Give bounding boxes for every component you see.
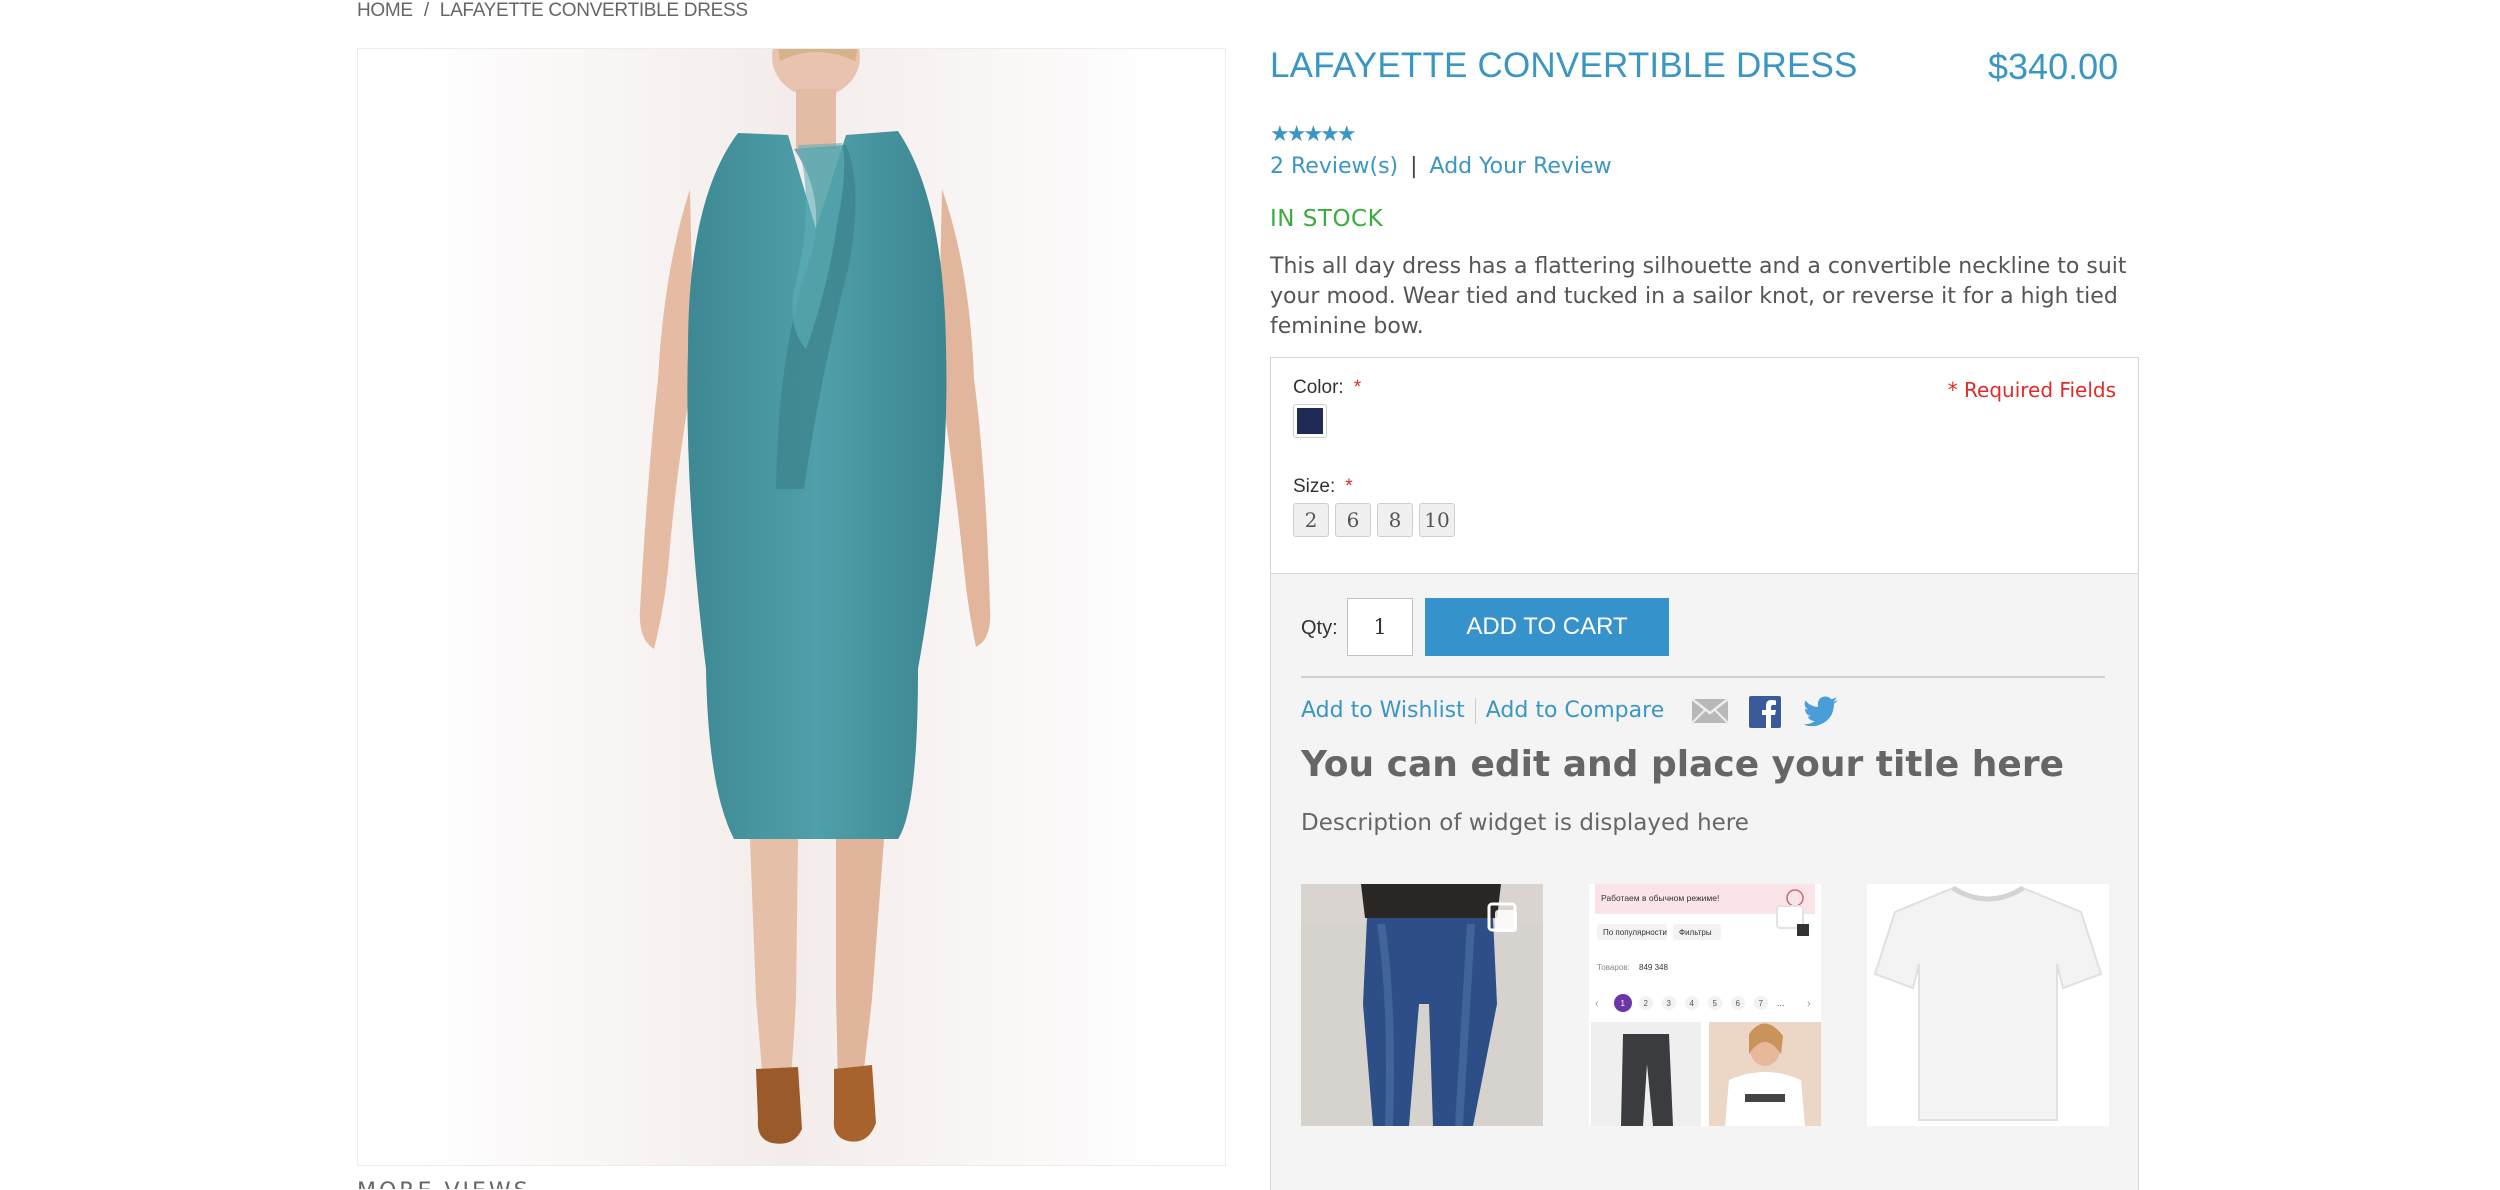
- catalog-page-2: 2: [1644, 999, 1649, 1008]
- catalog-prev: ‹: [1595, 998, 1599, 1010]
- widget-description: Description of widget is displayed here: [1301, 810, 1749, 836]
- breadcrumb: HOME / LAFAYETTE CONVERTIBLE DRESS: [357, 0, 748, 26]
- product-actions: Add to Wishlist Add to Compare: [1301, 698, 1664, 724]
- review-links: 2 Review(s) | Add Your Review: [1270, 154, 1612, 179]
- catalog-page-6: 6: [1736, 999, 1741, 1008]
- catalog-page-1: 1: [1621, 999, 1626, 1008]
- add-review-link[interactable]: Add Your Review: [1430, 154, 1612, 179]
- product-title: LAFAYETTE CONVERTIBLE DRESS: [1270, 46, 1858, 85]
- catalog-filter-filters: Фильтры: [1679, 928, 1712, 937]
- required-fields-note: * Required Fields: [1947, 378, 2116, 402]
- size-option-2[interactable]: 2: [1293, 503, 1329, 537]
- breadcrumb-home-link[interactable]: HOME: [357, 0, 413, 21]
- size-option-8[interactable]: 8: [1377, 503, 1413, 537]
- size-label: Size: *: [1293, 476, 1353, 497]
- catalog-page-4: 4: [1690, 999, 1695, 1008]
- add-to-wishlist-link[interactable]: Add to Wishlist: [1301, 698, 1465, 723]
- widget-thumb-tshirt[interactable]: [1867, 884, 2109, 1126]
- product-price: $340.00: [1988, 46, 2119, 87]
- size-option-10[interactable]: 10: [1419, 503, 1455, 537]
- add-to-cart-button[interactable]: ADD TO CART: [1425, 598, 1669, 656]
- catalog-page-7: 7: [1759, 999, 1764, 1008]
- product-main-image[interactable]: [357, 48, 1226, 1166]
- color-label: Color: *: [1293, 377, 1362, 398]
- breadcrumb-current: LAFAYETTE CONVERTIBLE DRESS: [439, 0, 748, 21]
- product-description: This all day dress has a flattering silh…: [1270, 254, 2127, 339]
- email-icon[interactable]: [1691, 696, 1729, 730]
- required-star: *: [1353, 377, 1362, 398]
- catalog-next: ›: [1807, 998, 1811, 1010]
- divider: [1301, 676, 2105, 678]
- size-option-6[interactable]: 6: [1335, 503, 1371, 537]
- add-to-cart-box: Qty: 1 ADD TO CART Add to Wishlist Add to…: [1270, 573, 2139, 1190]
- catalog-page-3: 3: [1667, 999, 1672, 1008]
- required-star: *: [1345, 476, 1353, 497]
- product-options: Color: * * Required Fields Size: * 2 6 8 1…: [1270, 357, 2139, 574]
- size-options: 2 6 8 10: [1293, 503, 1493, 539]
- catalog-banner-text: Работаем в обычном режиме!: [1601, 893, 1719, 903]
- qty-input[interactable]: 1: [1347, 598, 1413, 656]
- catalog-page-5: 5: [1713, 999, 1718, 1008]
- reviews-count-link[interactable]: 2 Review(s): [1270, 154, 1398, 179]
- add-to-compare-link[interactable]: Add to Compare: [1486, 698, 1664, 723]
- rating-stars: ★★★★★: [1270, 122, 1357, 147]
- catalog-page-ellipsis: ...: [1777, 998, 1785, 1008]
- color-swatch-fill: [1297, 408, 1323, 434]
- more-views-heading: MORE VIEWS: [357, 1176, 531, 1189]
- review-links-separator: |: [1410, 154, 1418, 179]
- qty-label: Qty:: [1301, 617, 1338, 639]
- widget-thumb-jeans[interactable]: [1301, 884, 1543, 1126]
- catalog-count-label: Товаров:: [1597, 963, 1630, 972]
- catalog-count-value: 849 348: [1639, 963, 1668, 972]
- twitter-icon[interactable]: [1803, 696, 1839, 730]
- facebook-icon[interactable]: [1749, 696, 1781, 732]
- widget-thumb-catalog[interactable]: Работаем в обычном режиме! По популярнос…: [1589, 884, 1821, 1126]
- color-swatch[interactable]: [1293, 404, 1327, 438]
- widget-title: You can edit and place your title here: [1301, 744, 2065, 785]
- catalog-filter-popular: По популярности: [1603, 928, 1667, 937]
- action-divider: [1474, 698, 1476, 724]
- breadcrumb-separator: /: [423, 0, 429, 21]
- stock-status: IN STOCK: [1270, 206, 1384, 232]
